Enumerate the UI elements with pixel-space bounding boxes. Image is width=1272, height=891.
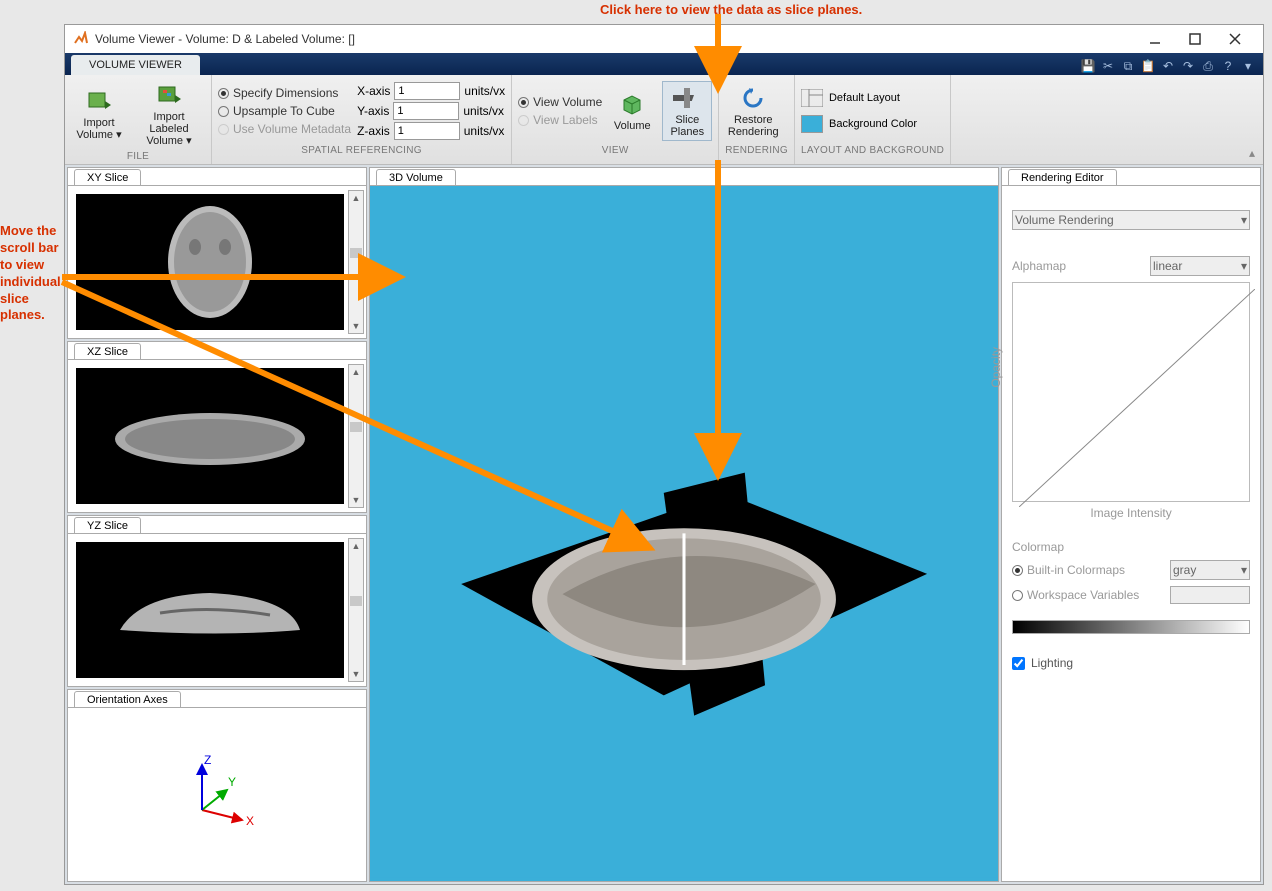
collapse-toolstrip-icon[interactable]: ▴ (951, 75, 1263, 164)
annotation-top: Click here to view the data as slice pla… (600, 2, 862, 17)
specify-dimensions-radio[interactable]: Specify Dimensions (218, 84, 351, 102)
annotation-left: Move the scroll bar to view individual s… (0, 223, 62, 324)
cut-icon[interactable]: ✂ (1099, 57, 1117, 75)
maximize-button[interactable] (1175, 25, 1215, 53)
print-icon[interactable]: ⎙ (1199, 57, 1217, 75)
3d-volume-panel: 3D Volume (369, 167, 999, 882)
xz-slice-tab[interactable]: XZ Slice (74, 343, 141, 360)
save-icon[interactable]: 💾 (1079, 57, 1097, 75)
use-volume-metadata-radio[interactable]: Use Volume Metadata (218, 120, 351, 138)
svg-text:Y: Y (228, 775, 236, 789)
view-volume-radio[interactable]: View Volume (518, 93, 602, 111)
close-button[interactable] (1215, 25, 1255, 53)
xy-slice-scrollbar[interactable]: ▲▼ (348, 190, 364, 334)
toolstrip-group-file: Import Volume ▾ Import Labeled Volume ▾ … (65, 75, 212, 164)
orientation-axes-tab[interactable]: Orientation Axes (74, 691, 181, 708)
rendering-mode-select[interactable]: Volume Rendering▾ (1012, 210, 1250, 230)
xy-slice-tab[interactable]: XY Slice (74, 169, 141, 186)
copy-icon[interactable]: ⧉ (1119, 57, 1137, 75)
import-volume-icon (85, 87, 113, 115)
app-window: Volume Viewer - Volume: D & Labeled Volu… (64, 24, 1264, 885)
orientation-axes-panel: Orientation Axes X Y Z (67, 689, 367, 882)
volume-button[interactable]: Volume (608, 88, 656, 134)
slice-planes-icon (673, 84, 701, 112)
toolstrip-group-view: View Volume View Labels Volume Slice Pla… (512, 75, 719, 164)
titlebar: Volume Viewer - Volume: D & Labeled Volu… (65, 25, 1263, 53)
lighting-checkbox[interactable]: Lighting (1012, 656, 1250, 670)
y-axis-input[interactable] (393, 102, 459, 120)
view-labels-radio[interactable]: View Labels (518, 111, 602, 129)
slice-planes-button[interactable]: Slice Planes (662, 81, 712, 141)
workspace-var-select[interactable] (1170, 586, 1250, 604)
xz-slice-view[interactable] (76, 368, 344, 504)
svg-text:Z: Z (204, 753, 211, 767)
colormap-bar (1012, 620, 1250, 634)
rendering-editor-tab[interactable]: Rendering Editor (1008, 169, 1117, 186)
lighting-checkbox-input[interactable] (1012, 657, 1025, 670)
minimize-button[interactable] (1135, 25, 1175, 53)
workspace-variables-radio[interactable]: Workspace Variables (1012, 586, 1139, 604)
alphamap-select[interactable]: linear▾ (1150, 256, 1250, 276)
layout-icon (801, 89, 823, 107)
paste-icon[interactable]: 📋 (1139, 57, 1157, 75)
help-icon[interactable]: ? (1219, 57, 1237, 75)
xy-slice-panel: XY Slice ▲▼ (67, 167, 367, 339)
orientation-axes-view[interactable]: X Y Z (172, 750, 262, 840)
toolstrip-group-layout: Default Layout Background Color LAYOUT A… (795, 75, 951, 164)
restore-icon (739, 84, 767, 112)
toolstrip-group-rendering: Restore Rendering RENDERING (719, 75, 795, 164)
background-color-button[interactable]: Background Color (801, 115, 917, 133)
toolstrip: Import Volume ▾ Import Labeled Volume ▾ … (65, 75, 1263, 165)
xz-slice-panel: XZ Slice ▲▼ (67, 341, 367, 513)
default-layout-button[interactable]: Default Layout (801, 89, 900, 107)
volume-cube-icon (618, 90, 646, 118)
dropdown-icon[interactable]: ▾ (1239, 57, 1257, 75)
yz-slice-scrollbar[interactable]: ▲▼ (348, 538, 364, 682)
svg-text:X: X (246, 814, 254, 828)
xy-slice-view[interactable] (76, 194, 344, 330)
undo-icon[interactable]: ↶ (1159, 57, 1177, 75)
ribbon-strip: VOLUME VIEWER 💾 ✂ ⧉ 📋 ↶ ↷ ⎙ ? ▾ (65, 53, 1263, 75)
yz-slice-panel: YZ Slice ▲▼ (67, 515, 367, 687)
redo-icon[interactable]: ↷ (1179, 57, 1197, 75)
upsample-to-cube-radio[interactable]: Upsample To Cube (218, 102, 351, 120)
ribbon-tab-volume-viewer[interactable]: VOLUME VIEWER (71, 55, 200, 75)
yz-slice-tab[interactable]: YZ Slice (74, 517, 141, 534)
restore-rendering-button[interactable]: Restore Rendering (725, 82, 781, 140)
3d-volume-view[interactable] (370, 185, 998, 881)
z-axis-input[interactable] (394, 122, 460, 140)
import-labeled-icon (155, 81, 183, 109)
bgcolor-swatch-icon (801, 115, 823, 133)
rendering-editor-panel: Rendering Editor Volume Rendering▾ Alpha… (1001, 167, 1261, 882)
work-area: XY Slice ▲▼ XZ Slice ▲▼ YZ Sli (65, 165, 1263, 884)
x-axis-input[interactable] (394, 82, 460, 100)
window-title: Volume Viewer - Volume: D & Labeled Volu… (95, 32, 1135, 46)
import-labeled-volume-button[interactable]: Import Labeled Volume ▾ (133, 79, 205, 149)
builtin-colormaps-radio[interactable]: Built-in Colormaps (1012, 561, 1125, 579)
colormap-select[interactable]: gray▾ (1170, 560, 1250, 580)
toolstrip-group-spatial: Specify Dimensions Upsample To Cube Use … (212, 75, 512, 164)
yz-slice-view[interactable] (76, 542, 344, 678)
matlab-logo-icon (73, 31, 89, 47)
import-volume-button[interactable]: Import Volume ▾ (71, 85, 127, 143)
xz-slice-scrollbar[interactable]: ▲▼ (348, 364, 364, 508)
alphamap-plot[interactable] (1012, 282, 1250, 502)
3d-volume-tab[interactable]: 3D Volume (376, 169, 456, 186)
